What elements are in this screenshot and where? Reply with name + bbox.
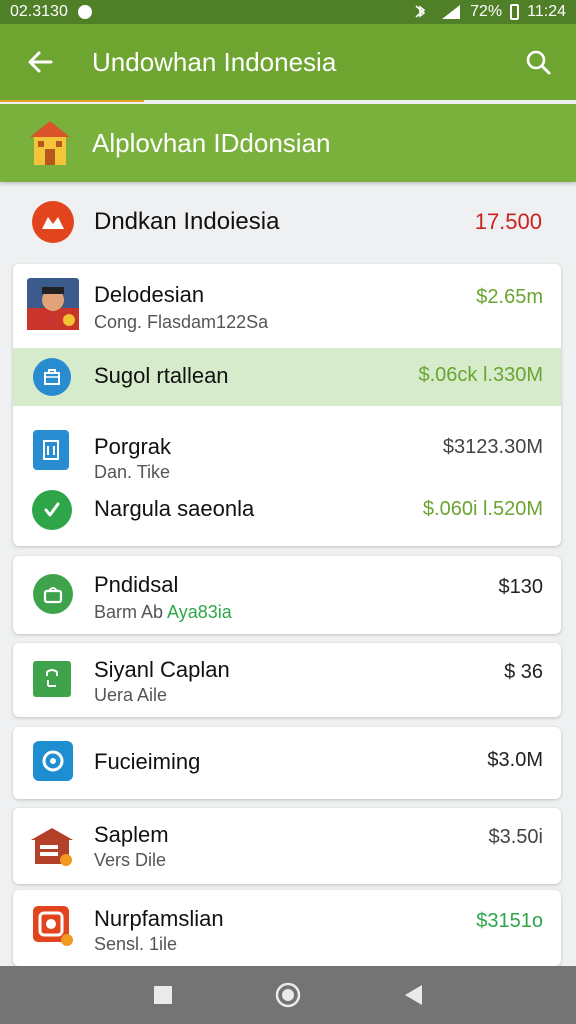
item-subtitle-accent: Aya83ia bbox=[167, 602, 232, 622]
item-amount: $3123.30M bbox=[442, 436, 543, 458]
square-nav-icon bbox=[153, 986, 172, 1004]
section-header[interactable]: Alplovhan IDdonsian bbox=[0, 104, 576, 182]
item-title: Nargula saeonla bbox=[94, 496, 255, 521]
circle-nav-icon bbox=[275, 982, 301, 1008]
recents-button[interactable] bbox=[143, 975, 183, 1015]
check-icon bbox=[32, 490, 72, 530]
list-item-highlighted[interactable]: Sugol rtallean $.06ck l.330M bbox=[13, 348, 561, 406]
item-amount: $.06ck l.330M bbox=[418, 364, 543, 386]
avatar bbox=[27, 278, 79, 330]
item-title: Pndidsal bbox=[94, 572, 179, 597]
list-item[interactable]: Delodesian Cong. Flasdam122Sa $2.65m bbox=[13, 264, 561, 348]
battery-percent: 72% bbox=[470, 3, 503, 20]
signal-icon bbox=[442, 5, 461, 19]
triangle-nav-icon bbox=[405, 985, 423, 1005]
account-card[interactable]: Nurpfamslian Sensl. 1ile $3151o bbox=[13, 890, 561, 966]
item-subtitle: Sensl. 1ile bbox=[94, 934, 178, 954]
item-subtitle-prefix: Barm Ab bbox=[94, 602, 164, 622]
camera-icon bbox=[33, 906, 73, 946]
list-item[interactable]: Porgrak Dan. Tike $3123.30M bbox=[13, 406, 561, 482]
summary-row[interactable]: Dndkan Indoiesia 17.500 bbox=[0, 190, 576, 254]
item-amount: $3151o bbox=[476, 910, 543, 932]
list-item[interactable]: Pndidsal Barm Ab Aya83ia $130 bbox=[13, 556, 561, 634]
notification-icon bbox=[77, 5, 92, 19]
item-amount: $3.50i bbox=[488, 826, 544, 848]
back-arrow-icon bbox=[28, 51, 53, 73]
list-item[interactable]: Nurpfamslian Sensl. 1ile $3151o bbox=[13, 890, 561, 966]
app-title: Undowhan Indonesia bbox=[92, 46, 337, 77]
status-time-left: 02.3130 bbox=[10, 3, 68, 20]
account-card[interactable]: Fucieiming $3.0M bbox=[13, 727, 561, 799]
item-title: Saplem bbox=[94, 822, 169, 847]
item-title: Delodesian bbox=[94, 282, 205, 307]
section-title: Alplovhan IDdonsian bbox=[92, 127, 331, 158]
item-title: Siyanl Caplan bbox=[94, 657, 230, 682]
search-icon bbox=[526, 50, 551, 75]
item-amount: $.060i l.520M bbox=[422, 498, 543, 520]
back-nav-button[interactable] bbox=[393, 975, 433, 1015]
chat-icon bbox=[33, 741, 73, 781]
app-bar: Undowhan Indonesia bbox=[0, 24, 576, 100]
account-card[interactable]: Pndidsal Barm Ab Aya83ia $130 bbox=[13, 556, 561, 634]
back-button[interactable] bbox=[0, 24, 80, 100]
list-item[interactable]: Fucieiming $3.0M bbox=[13, 727, 561, 799]
shopping-bag-icon bbox=[33, 661, 71, 697]
list-item[interactable]: Saplem Vers Dile $3.50i bbox=[13, 808, 561, 884]
item-subtitle: Uera Aile bbox=[94, 685, 168, 705]
status-bar: 02.3130 72% 11:24 bbox=[0, 0, 576, 24]
item-amount: $130 bbox=[498, 576, 544, 598]
item-subtitle: Vers Dile bbox=[94, 850, 167, 870]
item-subtitle: Cong. Flasdam122Sa bbox=[94, 312, 269, 332]
item-title: Fucieiming bbox=[94, 749, 201, 774]
item-subtitle: Barm Ab Aya83ia bbox=[94, 602, 232, 623]
battery-icon bbox=[510, 4, 520, 20]
item-title: Nurpfamslian bbox=[94, 906, 224, 931]
item-amount: $ 36 bbox=[504, 661, 543, 683]
bluetooth-icon bbox=[415, 5, 426, 18]
house-icon bbox=[30, 121, 70, 165]
account-card-group: Delodesian Cong. Flasdam122Sa $2.65m Sug… bbox=[13, 264, 561, 546]
phone-icon bbox=[33, 430, 69, 470]
tab-indicator bbox=[0, 100, 144, 102]
account-card[interactable]: Saplem Vers Dile $3.50i bbox=[13, 808, 561, 884]
summary-value: 17.500 bbox=[474, 209, 542, 234]
system-nav-bar bbox=[0, 966, 576, 1024]
summary-name: Dndkan Indoiesia bbox=[94, 208, 280, 235]
search-button[interactable] bbox=[500, 24, 576, 100]
item-title: Porgrak bbox=[94, 434, 172, 459]
status-time-right: 11:24 bbox=[527, 3, 566, 20]
item-amount: $2.65m bbox=[476, 286, 543, 308]
list-item[interactable]: Nargula saeonla $.060i l.520M bbox=[13, 480, 561, 546]
brand-logo-icon bbox=[32, 201, 74, 243]
briefcase-icon bbox=[33, 358, 71, 396]
item-title: Sugol rtallean bbox=[94, 363, 229, 388]
item-amount: $3.0M bbox=[487, 749, 543, 771]
account-card[interactable]: Siyanl Caplan Uera Aile $ 36 bbox=[13, 643, 561, 717]
store-icon bbox=[31, 828, 73, 866]
bag-icon bbox=[33, 574, 73, 614]
list-item[interactable]: Siyanl Caplan Uera Aile $ 36 bbox=[13, 643, 561, 717]
home-button[interactable] bbox=[268, 975, 308, 1015]
